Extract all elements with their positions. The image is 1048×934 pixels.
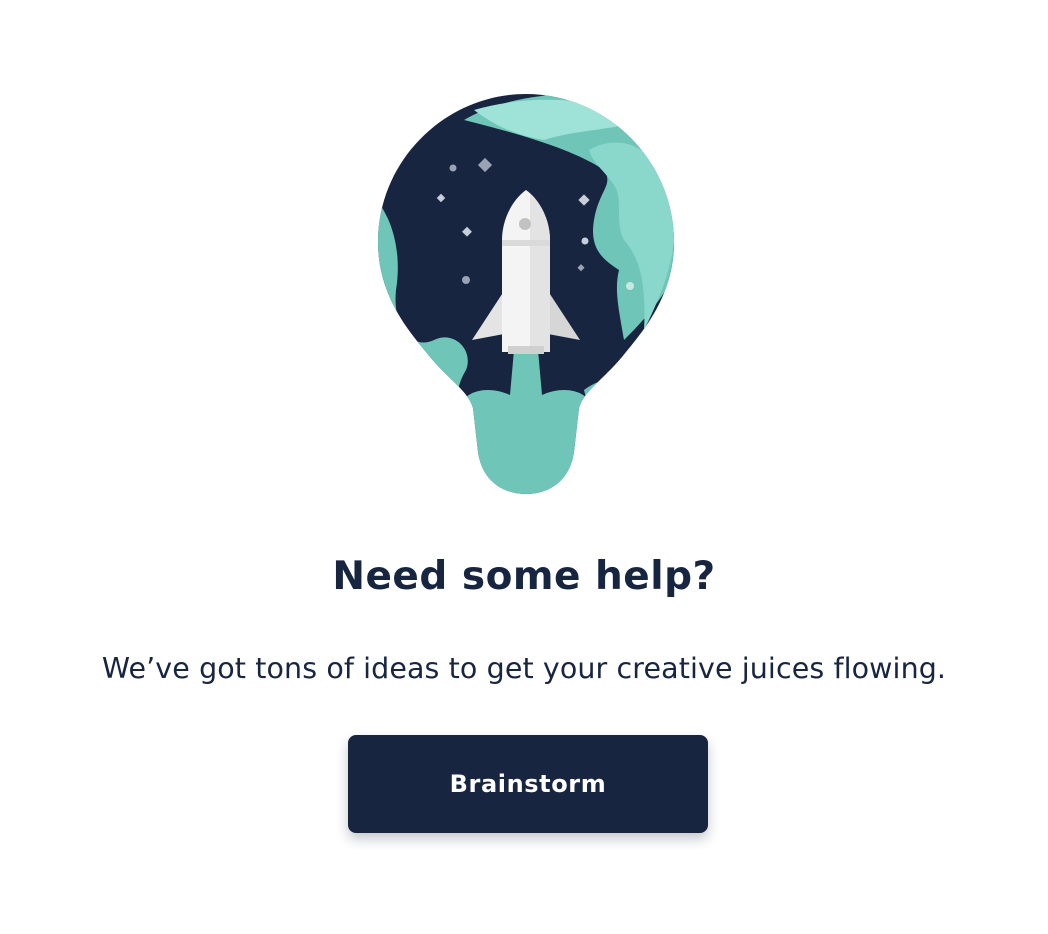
brainstorm-button[interactable]: Brainstorm	[348, 735, 708, 833]
empty-state-title: Need some help?	[332, 554, 716, 599]
lightbulb-rocket-illustration	[374, 90, 678, 500]
empty-state-subtitle: We’ve got tons of ideas to get your crea…	[101, 652, 947, 685]
